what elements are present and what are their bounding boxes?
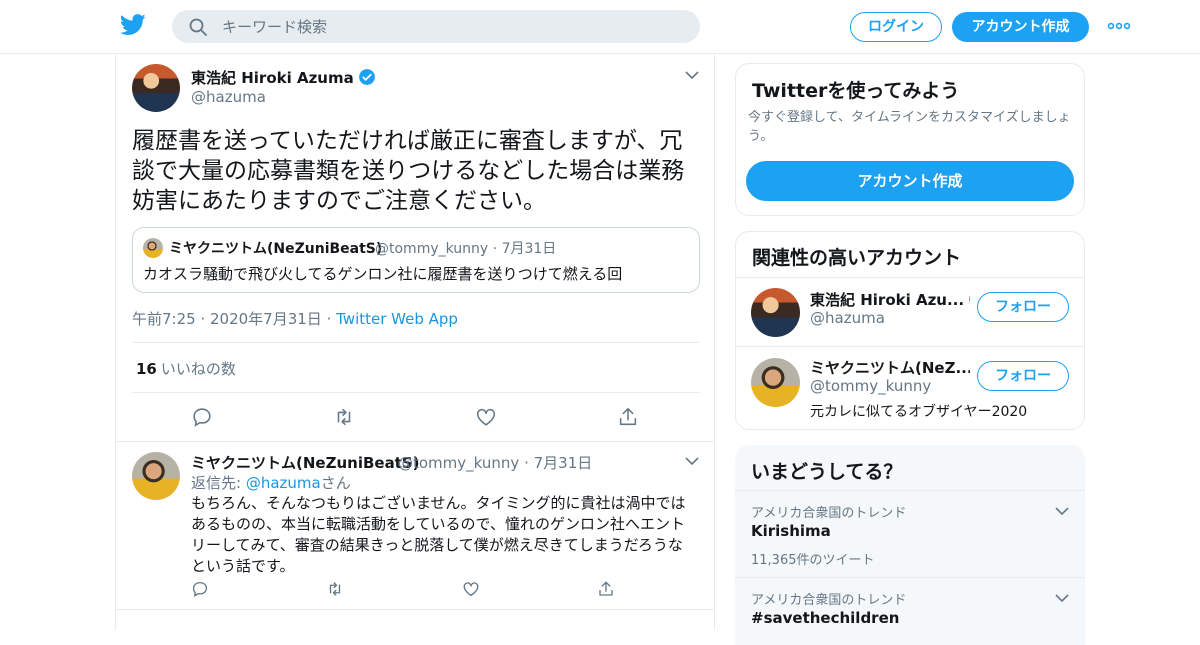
trend-context: アメリカ合衆国のトレンド xyxy=(751,506,907,521)
chevron-down-icon[interactable] xyxy=(685,456,699,466)
trend-context: アメリカ合衆国のトレンド xyxy=(751,593,907,608)
signup-card-title: Twitterを使ってみよう xyxy=(752,80,960,102)
avatar[interactable] xyxy=(132,452,180,500)
avatar[interactable] xyxy=(751,288,800,337)
search-bar[interactable] xyxy=(172,10,700,43)
signup-button[interactable]: アカウント作成 xyxy=(952,12,1089,42)
reply-author-handle[interactable]: @tommy_kunny · 7月31日 xyxy=(398,452,592,473)
tweet-source-link[interactable]: Twitter Web App xyxy=(336,310,458,328)
avatar[interactable] xyxy=(751,358,800,407)
signup-card: Twitterを使ってみよう 今すぐ登録して、タイムラインをカスタマイズしましょ… xyxy=(735,63,1085,216)
divider xyxy=(116,609,714,610)
reply-handle-text: @tommy_kunny xyxy=(398,454,520,472)
like-heart-icon[interactable] xyxy=(462,580,480,598)
share-icon[interactable] xyxy=(597,580,615,598)
reply-date: 7月31日 xyxy=(533,454,593,472)
search-icon xyxy=(189,18,207,36)
divider xyxy=(132,342,700,343)
reply-author-name[interactable]: ミヤクニツトム(NeZuniBeatS) xyxy=(191,452,420,473)
retweet-icon[interactable] xyxy=(333,406,355,428)
reply-icon[interactable] xyxy=(191,580,209,598)
login-button[interactable]: ログイン xyxy=(850,12,942,42)
account-name[interactable]: ミヤクニツトム(NeZ... xyxy=(810,357,970,378)
divider xyxy=(735,490,1085,491)
trends-title: いまどうしてる？ xyxy=(751,461,903,483)
main-timeline-column: 東浩紀 Hiroki Azuma @hazuma 履歴書を送っていただければ厳正… xyxy=(115,54,715,630)
divider xyxy=(132,392,700,393)
account-handle[interactable]: @hazuma xyxy=(810,309,885,327)
quoted-handle-text: @tommy_kunny xyxy=(375,241,489,257)
related-accounts-title: 関連性の高いアカウント xyxy=(752,247,962,269)
trend-name[interactable]: Kirishima xyxy=(751,522,831,540)
tweet-time[interactable]: 午前7:25 xyxy=(132,310,196,328)
likes-count: 16 xyxy=(136,360,157,378)
author-name-text: 東浩紀 Hiroki Azuma xyxy=(191,69,354,87)
avatar xyxy=(143,238,163,258)
reply-icon[interactable] xyxy=(191,406,213,428)
quoted-date: 7月31日 xyxy=(501,241,557,257)
trends-card: いまどうしてる？ アメリカ合衆国のトレンド Kirishima 11,365件の… xyxy=(735,445,1085,645)
account-bio: 元カレに似てるオブザイヤー2020 xyxy=(810,404,1028,420)
verified-badge-icon xyxy=(358,69,375,85)
tweet-text: 履歴書を送っていただければ厳正に審査しますが、冗談で大量の応募書類を送りつけるな… xyxy=(132,128,685,214)
follow-button[interactable]: フォロー xyxy=(977,361,1069,391)
twitter-bird-icon[interactable] xyxy=(120,14,146,36)
top-navigation-bar: ログイン アカウント作成 xyxy=(0,0,1200,54)
reply-to-suffix: さん xyxy=(320,474,351,492)
follow-button[interactable]: フォロー xyxy=(977,292,1069,322)
account-name[interactable]: 東浩紀 Hiroki Azu... xyxy=(810,289,970,310)
chevron-down-icon[interactable] xyxy=(1055,506,1069,516)
tweet-date[interactable]: 2020年7月31日 xyxy=(210,310,322,328)
likes-label: いいねの数 xyxy=(160,360,236,378)
quoted-author-handle: @tommy_kunny · 7月31日 xyxy=(375,241,557,257)
reply-to-handle-link[interactable]: @hazuma xyxy=(246,474,321,492)
signup-card-button[interactable]: アカウント作成 xyxy=(746,161,1074,201)
like-heart-icon[interactable] xyxy=(475,406,497,428)
more-options-icon[interactable] xyxy=(1107,20,1131,32)
quoted-author-name: ミヤクニツトム(NeZuniBeatS) xyxy=(169,241,383,257)
divider xyxy=(736,277,1084,278)
divider xyxy=(736,346,1084,347)
likes-stat[interactable]: 16 いいねの数 xyxy=(136,358,236,379)
divider xyxy=(116,441,714,442)
tweet-author-name[interactable]: 東浩紀 Hiroki Azuma xyxy=(191,67,376,88)
related-accounts-card: 関連性の高いアカウント 東浩紀 Hiroki Azu... @hazuma フォ… xyxy=(735,231,1085,430)
search-input[interactable] xyxy=(222,10,682,43)
tweet-timestamp: 午前7:25 · 2020年7月31日 · Twitter Web App xyxy=(132,310,458,328)
avatar[interactable] xyxy=(132,64,180,112)
chevron-down-icon[interactable] xyxy=(1055,593,1069,603)
quoted-tweet[interactable]: ミヤクニツトム(NeZuniBeatS) @tommy_kunny · 7月31… xyxy=(132,227,700,293)
account-handle[interactable]: @tommy_kunny xyxy=(810,377,931,395)
replying-to: 返信先: @hazumaさん xyxy=(191,472,351,493)
signup-card-subtitle: 今すぐ登録して、タイムラインをカスタマイズしましょう。 xyxy=(748,110,1071,144)
account-name-text: 東浩紀 Hiroki Azu... xyxy=(810,291,965,309)
trend-name[interactable]: #savethechildren xyxy=(751,609,899,627)
retweet-icon[interactable] xyxy=(326,580,344,598)
divider xyxy=(735,577,1085,578)
quoted-tweet-text: カオスラ騒動で飛び火してるゲンロン社に履歴書を送りつけて燃える回 xyxy=(143,265,623,283)
reply-to-label: 返信先: xyxy=(191,474,242,492)
share-icon[interactable] xyxy=(617,406,639,428)
tweet-author-handle[interactable]: @hazuma xyxy=(191,88,266,106)
verified-badge-icon xyxy=(969,295,970,303)
reply-tweet-text: もちろん、そんなつもりはございません。タイミング的に貴社は渦中ではあるものの、本… xyxy=(191,494,686,575)
chevron-down-icon[interactable] xyxy=(685,70,699,80)
trend-tweet-count: 11,365件のツイート xyxy=(751,553,875,568)
